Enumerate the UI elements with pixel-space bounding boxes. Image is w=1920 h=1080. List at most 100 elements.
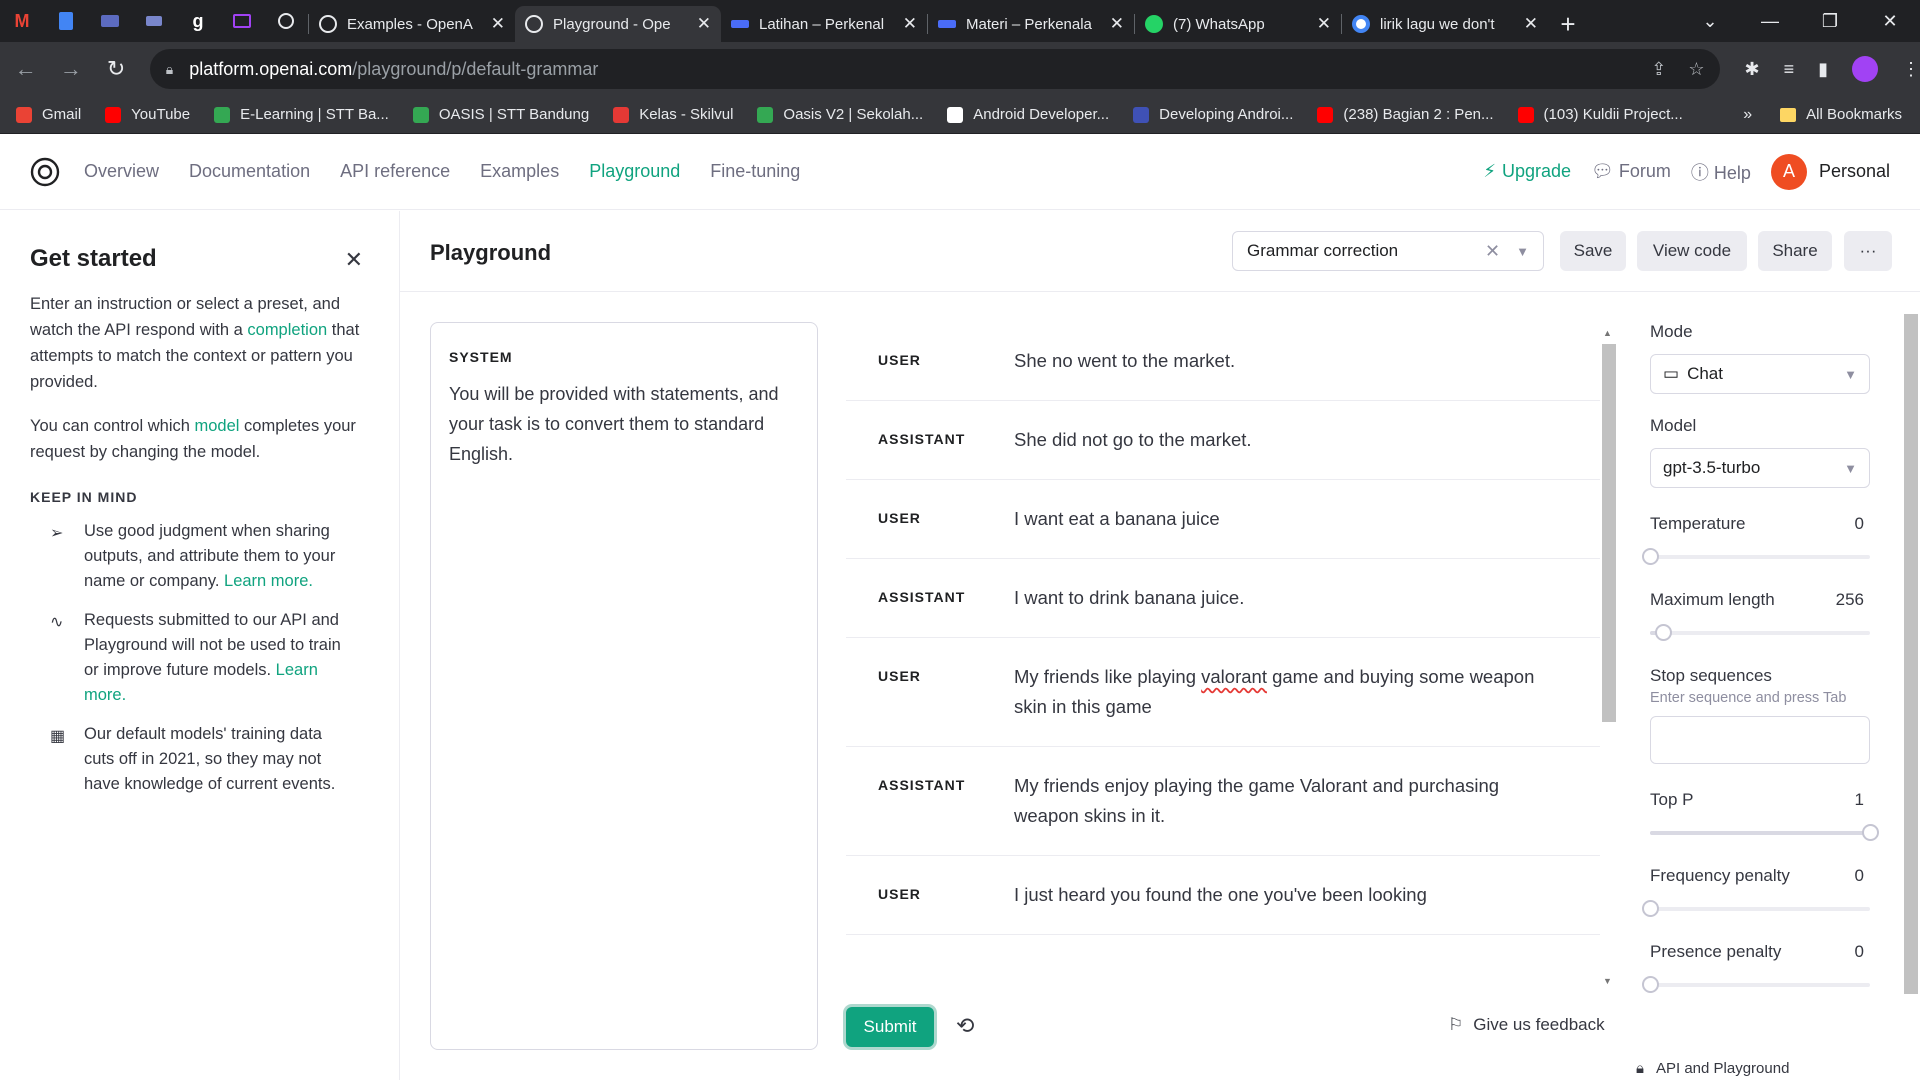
presence-penalty-slider[interactable] (1642, 976, 1870, 993)
openai-logo[interactable] (28, 155, 62, 189)
close-window-button[interactable]: ✕ (1860, 0, 1920, 42)
browser-menu-icon[interactable]: ⋮ (1902, 59, 1920, 80)
pinned-tab-openai[interactable] (264, 0, 308, 42)
share-button[interactable]: Share (1758, 231, 1832, 271)
close-tab-icon[interactable]: ✕ (491, 14, 505, 34)
account-menu[interactable]: A Personal (1770, 153, 1890, 190)
pinned-tab-g[interactable]: g (176, 0, 220, 42)
slider-handle[interactable] (1642, 900, 1659, 917)
role-toggle[interactable]: ASSISTANT (878, 583, 1014, 613)
pinned-tab-screen[interactable] (220, 0, 264, 42)
nav-fine-tuning[interactable]: Fine-tuning (710, 161, 800, 182)
message-text[interactable]: I just heard you found the one you've be… (1014, 880, 1600, 910)
max-length-slider[interactable] (1650, 624, 1870, 641)
bookmark-elearning[interactable]: E-Learning | STT Ba... (214, 106, 389, 123)
feedback-link[interactable]: ⚐ Give us feedback (1448, 1015, 1605, 1035)
reload-button[interactable]: ↻ (97, 49, 136, 89)
completion-link[interactable]: completion (247, 321, 327, 339)
message-text[interactable]: I want eat a banana juice (1014, 504, 1600, 534)
system-message-box[interactable]: SYSTEM You will be provided with stateme… (430, 322, 818, 1050)
all-bookmarks-link[interactable]: All Bookmarks (1806, 106, 1902, 123)
role-toggle[interactable]: USER (878, 346, 1014, 376)
side-panel-icon[interactable]: ▮ (1818, 59, 1828, 80)
scroll-up-icon[interactable]: ▲ (1603, 328, 1612, 338)
conversation-scroll-thumb[interactable] (1602, 344, 1616, 722)
bookmark-skilvul[interactable]: Kelas - Skilvul (613, 106, 733, 123)
address-bar[interactable]: 🔒︎ platform.openai.com /playground/p/def… (149, 49, 1721, 89)
message-text[interactable]: She no went to the market. (1014, 346, 1600, 376)
media-control-icon[interactable]: ≡ (1784, 59, 1795, 80)
temperature-value[interactable]: 0 (1855, 514, 1870, 534)
bookmark-youtube[interactable]: YouTube (105, 106, 190, 123)
message-text[interactable]: She did not go to the market. (1014, 425, 1600, 455)
slider-handle[interactable] (1862, 824, 1879, 841)
nav-api-reference[interactable]: API reference (340, 161, 450, 182)
pinned-tab-docs[interactable] (44, 0, 88, 42)
share-page-icon[interactable]: ⇪ (1651, 59, 1666, 80)
tab-examples[interactable]: Examples - OpenA ✕ (309, 6, 515, 42)
nav-playground[interactable]: Playground (589, 161, 680, 182)
extensions-icon[interactable]: ✱ (1744, 59, 1759, 80)
forward-button[interactable]: → (51, 49, 90, 89)
bookmark-youtube-kuldii[interactable]: (103) Kuldii Project... (1517, 106, 1683, 123)
bookmark-android-developer[interactable]: Android Developer... (947, 106, 1109, 123)
role-toggle[interactable]: ASSISTANT (878, 771, 1014, 831)
pinned-tab-site[interactable] (88, 0, 132, 42)
message-text[interactable]: My friends like playing valorant game an… (1014, 662, 1600, 722)
back-button[interactable]: ← (6, 49, 45, 89)
api-playground-note[interactable]: 🔒︎ API and Playground (1636, 1060, 1789, 1077)
tab-latihan[interactable]: Latihan – Perkenal ✕ (721, 6, 927, 42)
frequency-penalty-value[interactable]: 0 (1855, 866, 1870, 886)
close-tab-icon[interactable]: ✕ (1110, 14, 1124, 34)
view-code-button[interactable]: View code (1637, 231, 1747, 271)
restore-button[interactable]: ❐ (1800, 0, 1860, 42)
save-button[interactable]: Save (1560, 231, 1626, 271)
submit-button[interactable]: Submit (846, 1007, 934, 1047)
system-prompt-text[interactable]: You will be provided with statements, an… (449, 379, 799, 469)
page-scrollbar[interactable] (1902, 296, 1920, 996)
nav-examples[interactable]: Examples (480, 161, 559, 182)
new-tab-button[interactable]: + (1548, 6, 1588, 42)
learn-more-link[interactable]: Learn more. (224, 572, 313, 590)
temperature-slider[interactable] (1642, 548, 1870, 565)
top-p-slider[interactable] (1650, 824, 1879, 841)
bookmark-oasis-v2[interactable]: Oasis V2 | Sekolah... (757, 106, 923, 123)
tab-materi[interactable]: Materi – Perkenala ✕ (928, 6, 1134, 42)
slider-handle[interactable] (1642, 548, 1659, 565)
role-toggle[interactable]: USER (878, 662, 1014, 722)
forum-link[interactable]: 💬︎ Forum (1591, 161, 1671, 182)
preset-select[interactable]: Grammar correction ✕ ▼ (1232, 231, 1544, 271)
help-link[interactable]: ⓘ Help (1691, 159, 1751, 185)
message-text[interactable]: I want to drink banana juice. (1014, 583, 1600, 613)
mode-select[interactable]: ▭ Chat ▼ (1650, 354, 1870, 394)
max-length-value[interactable]: 256 (1836, 590, 1870, 610)
bookmark-star-icon[interactable]: ☆ (1688, 59, 1704, 80)
frequency-penalty-slider[interactable] (1642, 900, 1870, 917)
top-p-value[interactable]: 1 (1855, 790, 1870, 810)
bookmark-youtube-bagian[interactable]: (238) Bagian 2 : Pen... (1317, 106, 1494, 123)
tab-playground[interactable]: Playground - Ope ✕ (515, 6, 721, 42)
role-toggle[interactable]: USER (878, 880, 1014, 910)
stop-sequences-input[interactable] (1650, 716, 1870, 764)
slider-handle[interactable] (1655, 624, 1673, 641)
clear-icon[interactable]: ✕ (1485, 241, 1500, 262)
message-text[interactable]: My friends enjoy playing the game Valora… (1014, 771, 1600, 831)
close-icon[interactable]: ✕ (345, 247, 363, 273)
chevron-right-icon[interactable]: » (1743, 106, 1752, 124)
role-toggle[interactable]: USER (878, 504, 1014, 534)
pinned-tab-gmail[interactable]: M (0, 0, 44, 42)
minimize-button[interactable]: — (1740, 0, 1800, 42)
close-tab-icon[interactable]: ✕ (903, 14, 917, 34)
upgrade-link[interactable]: ⚡︎ Upgrade (1483, 161, 1571, 182)
role-toggle[interactable]: ASSISTANT (878, 425, 1014, 455)
pinned-tab-site-2[interactable] (132, 0, 176, 42)
tab-whatsapp[interactable]: (7) WhatsApp ✕ (1135, 6, 1341, 42)
close-tab-icon[interactable]: ✕ (1524, 14, 1538, 34)
bookmark-gmail[interactable]: Gmail (16, 106, 81, 123)
presence-penalty-value[interactable]: 0 (1855, 942, 1870, 962)
model-select[interactable]: gpt-3.5-turbo ▼ (1650, 448, 1870, 488)
nav-documentation[interactable]: Documentation (189, 161, 310, 182)
scroll-down-icon[interactable]: ▼ (1603, 976, 1612, 986)
profile-avatar[interactable] (1851, 56, 1878, 82)
tab-search-icon[interactable]: ⌄ (1680, 0, 1740, 42)
